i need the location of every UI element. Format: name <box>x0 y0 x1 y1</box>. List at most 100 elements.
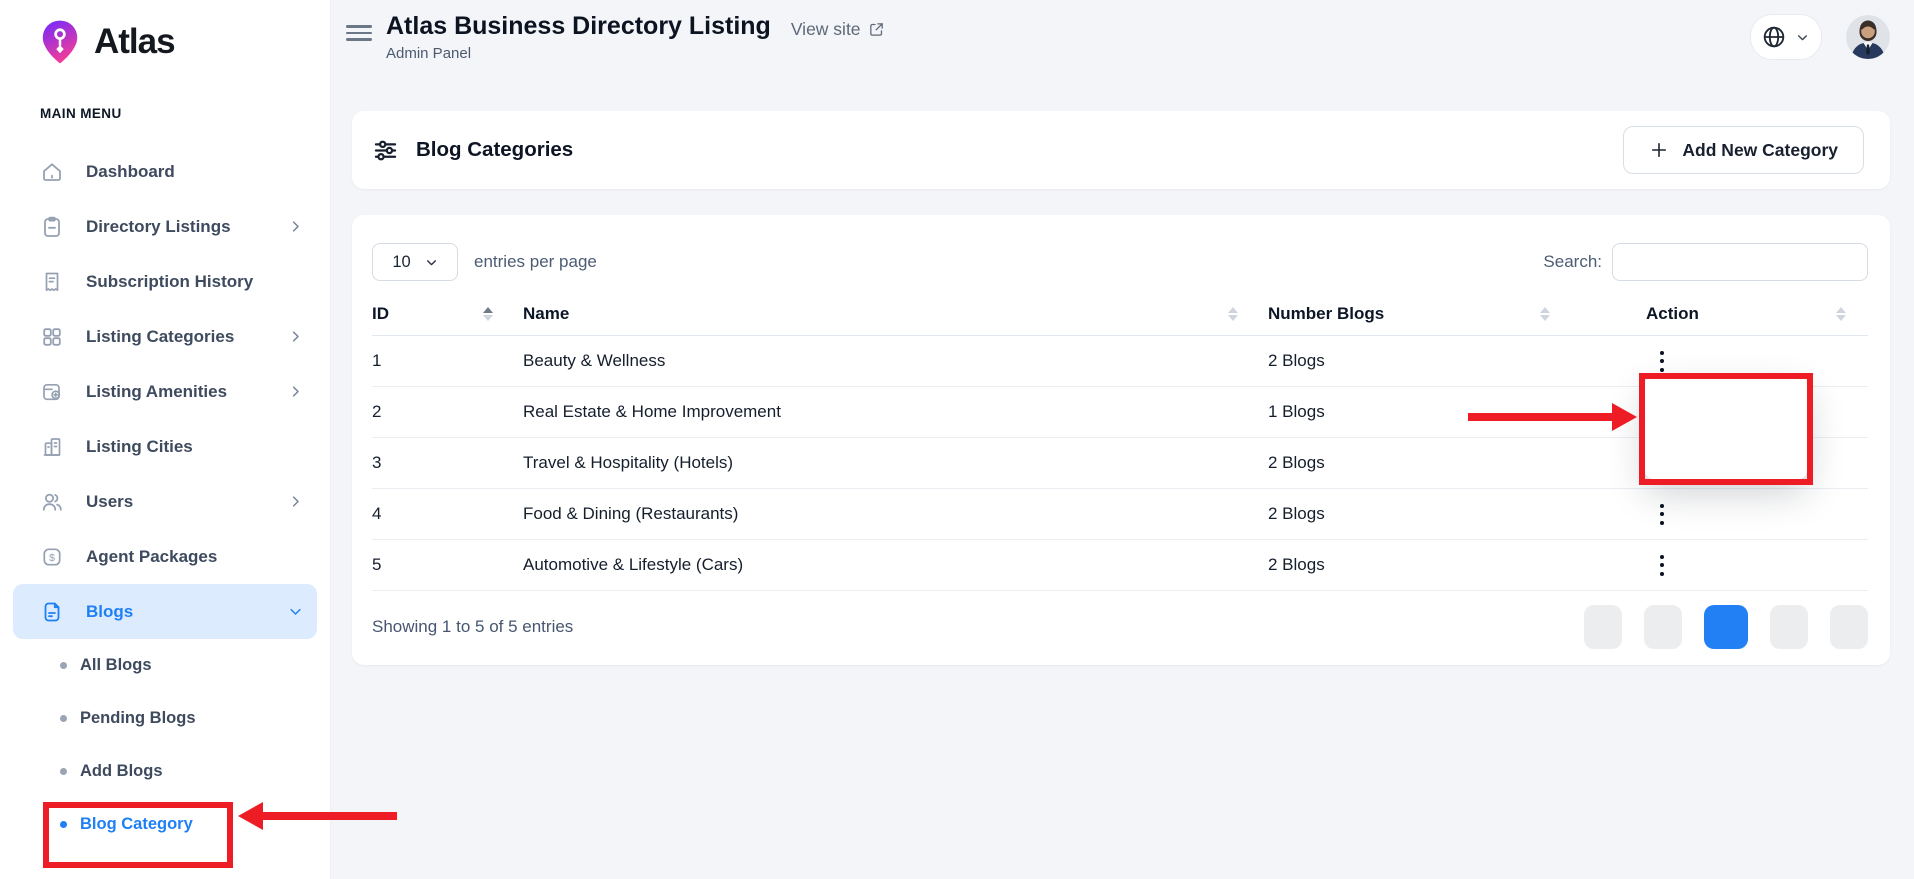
cell-id: 3 <box>372 438 523 489</box>
pagination-first[interactable] <box>1584 605 1622 649</box>
cell-number-blogs: 2 Blogs <box>1268 336 1646 387</box>
blog-icon <box>40 600 64 624</box>
chevron-right-icon <box>288 219 303 234</box>
view-site-label: View site <box>791 19 861 40</box>
sidebar-item-directory-listings[interactable]: Directory Listings <box>13 199 317 254</box>
plus-icon <box>1649 140 1669 160</box>
pagination-next[interactable] <box>1770 605 1808 649</box>
brand-name: Atlas <box>94 22 175 62</box>
language-selector[interactable] <box>1750 14 1822 60</box>
pagination <box>1584 605 1868 649</box>
chevron-right-icon <box>288 384 303 399</box>
admin-panel-screen: Atlas MAIN MENU Dashboard Directory List… <box>0 0 1914 879</box>
bullet-icon <box>60 768 67 775</box>
users-icon <box>40 490 64 514</box>
cell-name: Food & Dining (Restaurants) <box>523 489 1268 540</box>
building-icon <box>40 435 64 459</box>
clipboard-icon <box>40 215 64 239</box>
action-menu <box>1645 377 1807 479</box>
sort-icon <box>1228 307 1238 321</box>
topbar-right <box>1750 14 1890 60</box>
table-row: 2 Real Estate & Home Improvement 1 Blogs <box>372 387 1868 438</box>
brand-logo[interactable]: Atlas <box>0 0 330 66</box>
chevron-down-icon <box>288 604 303 619</box>
column-header-number-blogs[interactable]: Number Blogs <box>1268 293 1646 336</box>
bullet-icon <box>60 715 67 722</box>
search-label: Search: <box>1543 252 1602 272</box>
bullet-icon <box>60 662 67 669</box>
topbar: Atlas Business Directory Listing Admin P… <box>346 0 1890 98</box>
search-wrap: Search: <box>1543 243 1868 281</box>
sidebar-subitem-add-blogs[interactable]: Add Blogs <box>0 745 330 798</box>
dollar-icon: $ <box>40 545 64 569</box>
receipt-icon <box>40 270 64 294</box>
sidebar: Atlas MAIN MENU Dashboard Directory List… <box>0 0 331 879</box>
add-new-category-label: Add New Category <box>1682 140 1838 161</box>
atlas-pin-icon <box>36 18 84 66</box>
calendar-plus-icon <box>40 380 64 404</box>
column-header-name[interactable]: Name <box>523 293 1268 336</box>
sidebar-item-blogs[interactable]: Blogs <box>13 584 317 639</box>
sliders-icon <box>372 137 399 164</box>
sidebar-item-listing-categories[interactable]: Listing Categories <box>13 309 317 364</box>
sort-icon <box>1540 307 1550 321</box>
page-title-block: Atlas Business Directory Listing Admin P… <box>386 12 771 62</box>
external-link-icon <box>868 21 885 38</box>
card-title: Blog Categories <box>416 138 573 162</box>
cell-id: 1 <box>372 336 523 387</box>
cell-number-blogs: 2 Blogs <box>1268 438 1646 489</box>
cell-number-blogs: 1 Blogs <box>1268 387 1646 438</box>
cell-name: Travel & Hospitality (Hotels) <box>523 438 1268 489</box>
sort-icon <box>1836 307 1846 321</box>
table-row: 5 Automotive & Lifestyle (Cars) 2 Blogs <box>372 540 1868 591</box>
sidebar-item-subscription-history[interactable]: Subscription History <box>13 254 317 309</box>
table-header-row: ID Name Number Blogs Action <box>372 293 1868 336</box>
pagination-prev[interactable] <box>1644 605 1682 649</box>
view-site-link[interactable]: View site <box>791 19 885 40</box>
table-footer: Showing 1 to 5 of 5 entries <box>372 605 1868 649</box>
sidebar-subitem-blog-category[interactable]: Blog Category <box>0 798 330 851</box>
chevron-down-icon <box>1796 31 1809 44</box>
table-row: 3 Travel & Hospitality (Hotels) 2 Blogs <box>372 438 1868 489</box>
pagination-last[interactable] <box>1830 605 1868 649</box>
cell-name: Real Estate & Home Improvement <box>523 387 1268 438</box>
row-actions-kebab-icon[interactable] <box>1652 549 1672 582</box>
cell-id: 4 <box>372 489 523 540</box>
sidebar-item-listing-cities[interactable]: Listing Cities <box>13 419 317 474</box>
cell-number-blogs: 2 Blogs <box>1268 540 1646 591</box>
grid-icon <box>40 325 64 349</box>
page-subtitle: Admin Panel <box>386 45 771 62</box>
table-row: 1 Beauty & Wellness 2 Blogs <box>372 336 1868 387</box>
pagination-page-1[interactable] <box>1704 605 1748 649</box>
table-controls: 10 entries per page Search: <box>372 243 1868 281</box>
menu-toggle-icon[interactable] <box>346 25 372 45</box>
action-menu-item-delete[interactable] <box>1645 435 1807 479</box>
user-avatar[interactable] <box>1846 15 1890 59</box>
action-menu-item-edit[interactable] <box>1645 391 1807 435</box>
blog-categories-card: Blog Categories Add New Category <box>352 111 1890 189</box>
sidebar-item-listing-amenities[interactable]: Listing Amenities <box>13 364 317 419</box>
sidebar-section-label: MAIN MENU <box>40 106 330 121</box>
row-actions-kebab-icon[interactable] <box>1652 498 1672 531</box>
sidebar-subitem-all-blogs[interactable]: All Blogs <box>0 639 330 692</box>
sidebar-blogs-submenu: All Blogs Pending Blogs Add Blogs Blog C… <box>0 639 330 851</box>
globe-icon <box>1757 20 1791 54</box>
entries-summary: Showing 1 to 5 of 5 entries <box>372 617 573 637</box>
cell-id: 5 <box>372 540 523 591</box>
cell-name: Automotive & Lifestyle (Cars) <box>523 540 1268 591</box>
sidebar-item-agent-packages[interactable]: $ Agent Packages <box>13 529 317 584</box>
search-input[interactable] <box>1612 243 1868 281</box>
entries-per-page-label: entries per page <box>474 252 597 272</box>
column-header-id[interactable]: ID <box>372 293 523 336</box>
sidebar-menu: Dashboard Directory Listings Subscriptio… <box>0 144 330 639</box>
svg-text:$: $ <box>49 551 55 563</box>
cell-name: Beauty & Wellness <box>523 336 1268 387</box>
add-new-category-button[interactable]: Add New Category <box>1623 126 1864 174</box>
page-title: Atlas Business Directory Listing <box>386 12 771 40</box>
sidebar-item-users[interactable]: Users <box>13 474 317 529</box>
entries-per-page-select[interactable]: 10 <box>372 243 458 281</box>
column-header-action[interactable]: Action <box>1646 293 1868 336</box>
sidebar-item-dashboard[interactable]: Dashboard <box>13 144 317 199</box>
row-actions-kebab-icon[interactable] <box>1652 345 1672 378</box>
sidebar-subitem-pending-blogs[interactable]: Pending Blogs <box>0 692 330 745</box>
